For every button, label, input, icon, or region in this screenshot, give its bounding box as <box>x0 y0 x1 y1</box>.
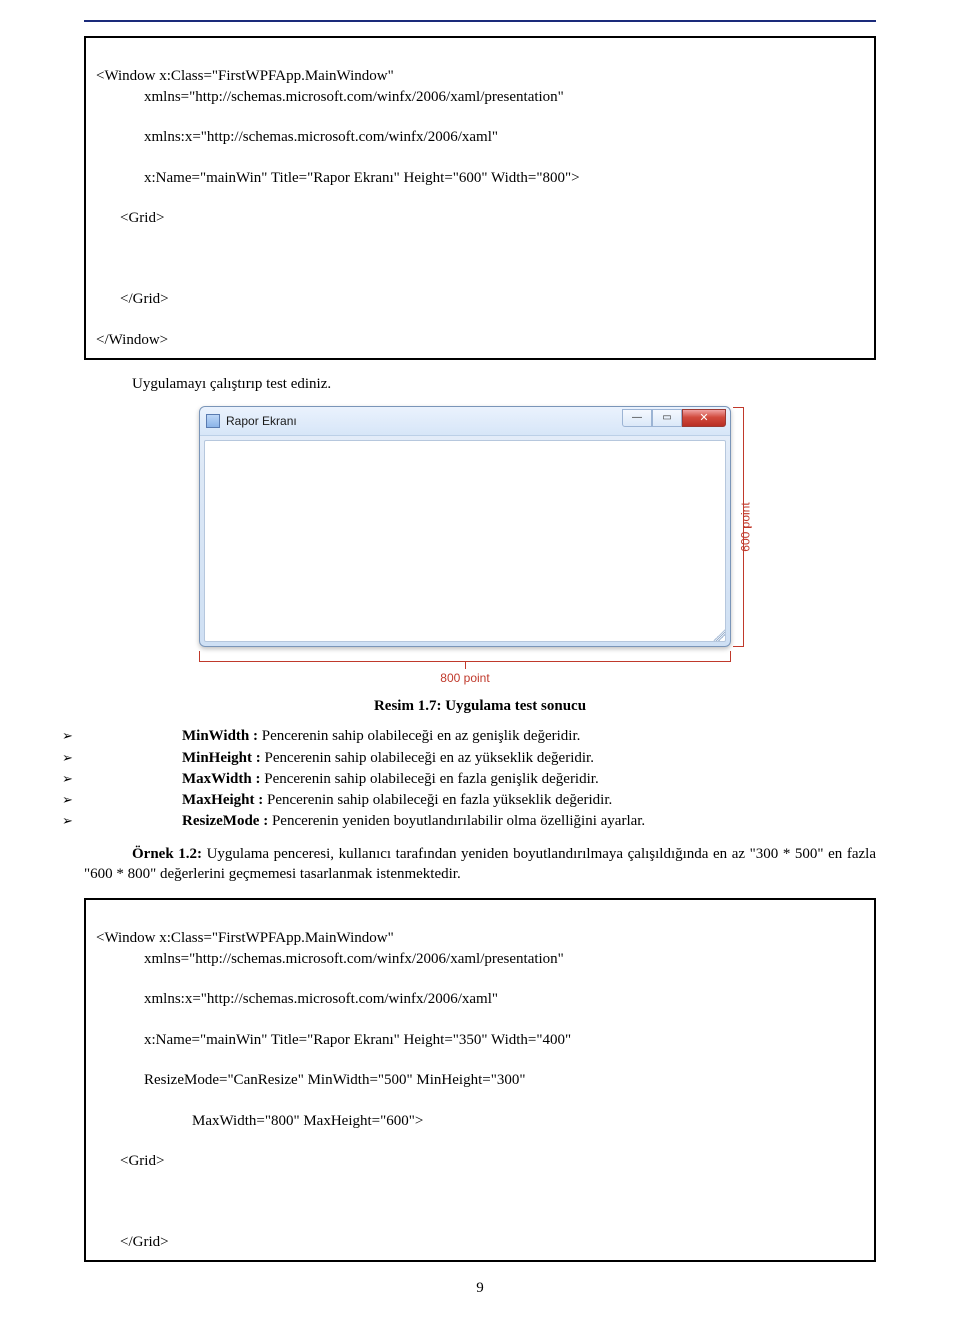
bullet-name: MinHeight : <box>182 750 265 766</box>
bullet-item: ➢ MinWidth : Pencerenin sahip olabileceğ… <box>132 726 876 746</box>
bullet-desc: Pencerenin sahip olabileceği en az geniş… <box>262 728 581 744</box>
window-buttons: — ▭ ✕ <box>622 409 726 427</box>
code-line: <Window x:Class="FirstWPFApp.MainWindow" <box>96 930 394 946</box>
example-paragraph: Örnek 1.2: Uygulama penceresi, kullanıcı… <box>84 844 876 885</box>
page: <Window x:Class="FirstWPFApp.MainWindow"… <box>0 0 960 1329</box>
bullet-desc: Pencerenin yeniden boyutlandırılabilir o… <box>272 813 645 829</box>
bullet-name: MaxHeight : <box>182 792 267 808</box>
example-label: Örnek 1.2: <box>132 846 207 862</box>
code-line: x:Name="mainWin" Title="Rapor Ekranı" He… <box>96 1030 864 1050</box>
code-line: </Grid> <box>96 289 864 309</box>
bullet-desc: Pencerenin sahip olabileceği en az yükse… <box>265 750 594 766</box>
code-line: <Grid> <box>96 1151 864 1171</box>
maximize-button[interactable]: ▭ <box>652 409 682 427</box>
arrow-icon: ➢ <box>132 791 152 809</box>
bullet-item: ➢ ResizeMode : Pencerenin yeniden boyutl… <box>132 811 876 831</box>
code-line: <Window x:Class="FirstWPFApp.MainWindow" <box>96 68 394 84</box>
bullet-name: MaxWidth : <box>182 771 264 787</box>
bullet-name: ResizeMode : <box>182 813 272 829</box>
bullet-desc: Pencerenin sahip olabileceği en fazla yü… <box>267 792 612 808</box>
bullet-item: ➢ MaxWidth : Pencerenin sahip olabileceğ… <box>132 769 876 789</box>
figure-caption: Resim 1.7: Uygulama test sonucu <box>84 696 876 716</box>
arrow-icon: ➢ <box>132 770 152 788</box>
code-line: xmlns:x="http://schemas.microsoft.com/wi… <box>96 127 864 147</box>
page-number: 9 <box>84 1278 876 1298</box>
bullet-list: ➢ MinWidth : Pencerenin sahip olabileceğ… <box>84 726 876 831</box>
arrow-icon: ➢ <box>132 749 152 767</box>
title-bar: Rapor Ekranı — ▭ ✕ <box>200 407 730 436</box>
minimize-button[interactable]: — <box>622 409 652 427</box>
code-line: MaxWidth="800" MaxHeight="600"> <box>96 1111 864 1131</box>
window-title: Rapor Ekranı <box>226 413 297 429</box>
code-box-2: <Window x:Class="FirstWPFApp.MainWindow"… <box>84 898 876 1262</box>
code-line: xmlns="http://schemas.microsoft.com/winf… <box>96 949 864 969</box>
dimension-bracket-bottom <box>199 651 731 662</box>
arrow-icon: ➢ <box>132 727 152 745</box>
client-area <box>204 440 726 642</box>
close-button[interactable]: ✕ <box>682 409 726 427</box>
code-line: </Grid> <box>96 1232 864 1252</box>
figure-wrap: Rapor Ekranı — ▭ ✕ 600 point 800 point <box>84 406 876 686</box>
dimension-label-right: 600 point <box>737 502 753 551</box>
bullet-item: ➢ MaxHeight : Pencerenin sahip olabilece… <box>132 790 876 810</box>
resize-grip-icon[interactable] <box>713 629 725 641</box>
code-line: <Grid> <box>96 208 864 228</box>
code-line: xmlns:x="http://schemas.microsoft.com/wi… <box>96 989 864 1009</box>
mock-window: Rapor Ekranı — ▭ ✕ 600 point <box>199 406 731 647</box>
dimension-label-bottom: 800 point <box>69 670 861 686</box>
app-icon <box>206 414 220 428</box>
paragraph-run-test: Uygulamayı çalıştırıp test ediniz. <box>84 374 876 394</box>
code-line: x:Name="mainWin" Title="Rapor Ekranı" He… <box>96 168 864 188</box>
code-box-1: <Window x:Class="FirstWPFApp.MainWindow"… <box>84 36 876 360</box>
code-line: </Window> <box>96 332 168 348</box>
arrow-icon: ➢ <box>132 812 152 830</box>
bullet-desc: Pencerenin sahip olabileceği en fazla ge… <box>264 771 598 787</box>
code-line: ResizeMode="CanResize" MinWidth="500" Mi… <box>96 1070 864 1090</box>
bullet-item: ➢ MinHeight : Pencerenin sahip olabilece… <box>132 748 876 768</box>
bullet-name: MinWidth : <box>182 728 262 744</box>
top-rule <box>84 20 876 22</box>
code-line: xmlns="http://schemas.microsoft.com/winf… <box>96 87 864 107</box>
